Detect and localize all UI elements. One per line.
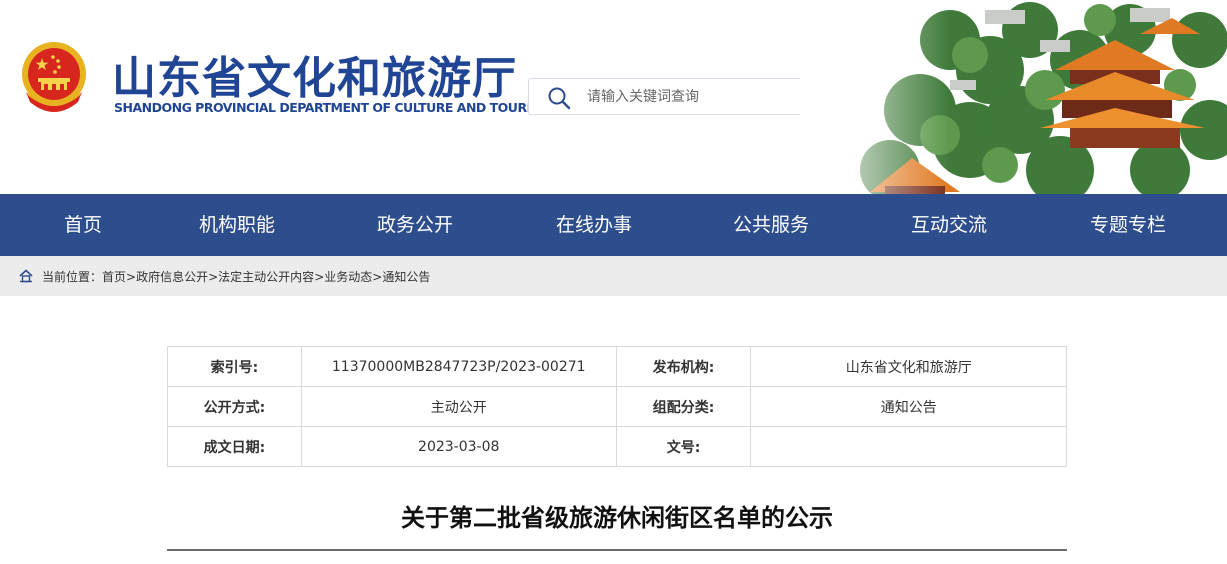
nav-item-functions[interactable]: 机构职能 — [187, 194, 287, 256]
home-icon — [19, 269, 33, 283]
meta-label-category: 组配分类: — [615, 386, 752, 427]
search-icon[interactable] — [547, 86, 571, 110]
table-row: 索引号: 11370000MB2847723P/2023-00271 发布机构:… — [167, 346, 1067, 387]
breadcrumb-item-notices[interactable]: 通知公告 — [382, 270, 430, 284]
site-title: 山东省文化和旅游厅 — [112, 53, 517, 104]
nav-item-online-services[interactable]: 在线办事 — [544, 194, 644, 256]
meta-value-doc-number — [750, 426, 1067, 467]
meta-value-index: 11370000MB2847723P/2023-00271 — [300, 346, 617, 387]
national-emblem-icon[interactable] — [18, 40, 90, 116]
meta-value-category: 通知公告 — [750, 386, 1067, 427]
breadcrumb-item-statutory[interactable]: 法定主动公开内容 — [218, 270, 314, 284]
meta-label-doc-number: 文号: — [615, 426, 752, 467]
header-landscape-image — [800, 0, 1227, 194]
breadcrumb-prefix: 当前位置： — [42, 270, 103, 284]
main-nav: 首页 机构职能 政务公开 在线办事 公共服务 互动交流 专题专栏 — [0, 194, 1227, 256]
meta-value-date: 2023-03-08 — [300, 426, 617, 467]
breadcrumb-separator: > — [126, 270, 137, 284]
breadcrumb-separator: > — [208, 270, 219, 284]
breadcrumb-path: 当前位置：首页>政府信息公开>法定主动公开内容>业务动态>通知公告 — [42, 268, 430, 285]
breadcrumb-separator: > — [314, 270, 325, 284]
nav-item-public-services[interactable]: 公共服务 — [721, 194, 821, 256]
meta-label-disclosure: 公开方式: — [167, 386, 302, 427]
search-box — [528, 78, 842, 115]
title-divider — [167, 549, 1067, 551]
meta-label-publisher: 发布机构: — [615, 346, 752, 387]
breadcrumb-item-gov-info[interactable]: 政府信息公开 — [136, 270, 208, 284]
table-row: 成文日期: 2023-03-08 文号: — [167, 426, 1067, 467]
nav-item-home[interactable]: 首页 — [40, 194, 126, 256]
nav-item-special-topics[interactable]: 专题专栏 — [1078, 194, 1178, 256]
meta-label-date: 成文日期: — [167, 426, 302, 467]
site-subtitle: SHANDONG PROVINCIAL DEPARTMENT OF CULTUR… — [114, 100, 552, 115]
breadcrumb-item-business[interactable]: 业务动态 — [324, 270, 372, 284]
breadcrumb: 当前位置：首页>政府信息公开>法定主动公开内容>业务动态>通知公告 — [0, 256, 1227, 296]
meta-value-publisher: 山东省文化和旅游厅 — [750, 346, 1067, 387]
meta-value-disclosure: 主动公开 — [300, 386, 617, 427]
nav-item-interaction[interactable]: 互动交流 — [899, 194, 999, 256]
meta-label-index: 索引号: — [167, 346, 302, 387]
site-header: 山东省文化和旅游厅 SHANDONG PROVINCIAL DEPARTMENT… — [0, 0, 1227, 194]
nav-item-gov-affairs[interactable]: 政务公开 — [365, 194, 465, 256]
article-title: 关于第二批省级旅游休闲街区名单的公示 — [401, 504, 833, 532]
document-meta-table: 索引号: 11370000MB2847723P/2023-00271 发布机构:… — [167, 346, 1067, 467]
breadcrumb-separator: > — [372, 270, 383, 284]
table-row: 公开方式: 主动公开 组配分类: 通知公告 — [167, 386, 1067, 427]
breadcrumb-item-home[interactable]: 首页 — [102, 270, 126, 284]
